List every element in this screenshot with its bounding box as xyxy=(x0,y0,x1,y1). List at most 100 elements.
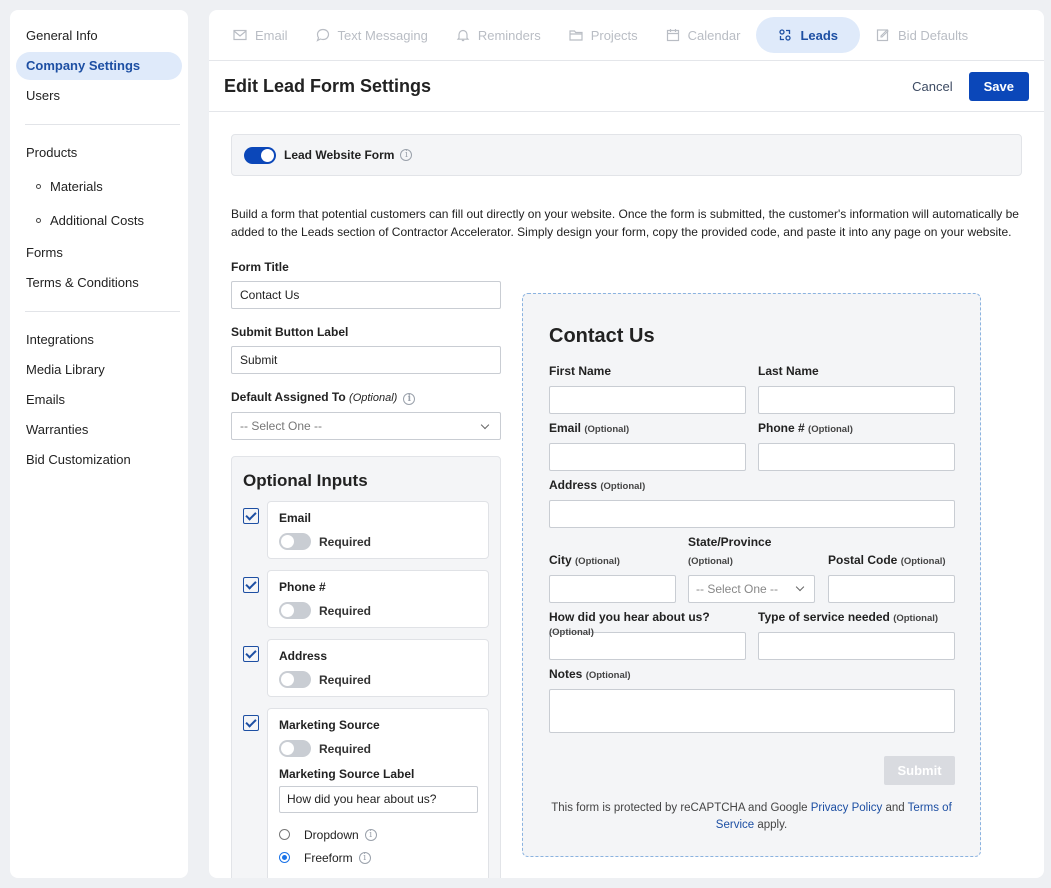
sidebar-item-products[interactable]: Products xyxy=(16,139,182,167)
tab-bid-defaults[interactable]: Bid Defaults xyxy=(864,17,980,53)
marketing-source-checkbox[interactable] xyxy=(243,715,259,731)
required-toggle-row: Required xyxy=(279,740,477,757)
field-label: State/Province xyxy=(688,535,772,549)
optional-text: (Optional) xyxy=(893,613,939,624)
address-checkbox[interactable] xyxy=(243,646,259,662)
tab-leads[interactable]: Leads xyxy=(756,17,861,53)
sidebar-item-users[interactable]: Users xyxy=(16,82,182,110)
tab-projects[interactable]: Projects xyxy=(557,17,650,53)
preview-notes: Notes (Optional) xyxy=(549,667,955,733)
sidebar-item-forms[interactable]: Forms xyxy=(16,239,182,267)
recaptcha-note: This form is protected by reCAPTCHA and … xyxy=(543,800,960,833)
preview-service-type: Type of service needed (Optional) xyxy=(758,610,955,660)
required-label: Required xyxy=(319,534,372,549)
sidebar-item-media-library[interactable]: Media Library xyxy=(16,356,182,384)
required-label: Required xyxy=(319,741,372,756)
privacy-policy-link[interactable]: Privacy Policy xyxy=(811,802,883,814)
sidebar-item-terms[interactable]: Terms & Conditions xyxy=(16,269,182,297)
bullet-icon xyxy=(36,183,41,189)
chat-icon xyxy=(315,28,329,42)
default-assigned-select[interactable]: -- Select One -- xyxy=(231,412,501,440)
optional-input-row: Email Required xyxy=(243,501,489,559)
phone-checkbox[interactable] xyxy=(243,577,259,593)
header-actions: Cancel Save xyxy=(912,71,1029,101)
service-type-input[interactable] xyxy=(758,632,955,660)
sidebar-item-warranties[interactable]: Warranties xyxy=(16,416,182,444)
sidebar-item-general-info[interactable]: General Info xyxy=(16,22,182,50)
sidebar-item-additional-costs[interactable]: Additional Costs xyxy=(10,203,188,237)
field-label: How did you hear about us? (Optional) xyxy=(549,610,746,638)
field-label: Postal Code (Optional) xyxy=(828,553,955,567)
preview-last-name: Last Name xyxy=(758,364,955,414)
form-preview: Contact Us First Name Last Name Email (O… xyxy=(522,293,981,857)
marketing-source-label-label: Marketing Source Label xyxy=(279,767,415,781)
lead-website-form-label: Lead Website Form xyxy=(284,148,395,162)
first-name-input[interactable] xyxy=(549,386,746,414)
email-required-switch[interactable] xyxy=(279,533,311,550)
field-label: (Optional) xyxy=(688,553,815,567)
field-label-text: City xyxy=(549,553,572,567)
folder-icon xyxy=(569,30,583,41)
info-icon[interactable]: i xyxy=(358,851,371,864)
tab-calendar[interactable]: Calendar xyxy=(654,17,753,53)
optional-text: (Optional) xyxy=(584,424,630,435)
email-checkbox[interactable] xyxy=(243,508,259,524)
sidebar-item-emails[interactable]: Emails xyxy=(16,386,182,414)
marketing-source-label-input[interactable]: How did you hear about us? xyxy=(279,786,478,813)
cancel-button[interactable]: Cancel xyxy=(912,79,952,94)
preview-first-name: First Name xyxy=(549,364,746,414)
radio-option-dropdown[interactable]: Dropdown i xyxy=(279,823,477,846)
address-required-switch[interactable] xyxy=(279,671,311,688)
save-button[interactable]: Save xyxy=(968,71,1029,101)
preview-submit-button[interactable]: Submit xyxy=(884,756,955,785)
phone-required-switch[interactable] xyxy=(279,602,311,619)
form-title-label: Form Title xyxy=(231,260,289,274)
sidebar-item-materials[interactable]: Materials xyxy=(10,169,188,203)
optional-input-card: Phone # Required xyxy=(267,570,489,628)
postal-code-input[interactable] xyxy=(828,575,955,603)
required-label: Required xyxy=(319,603,372,618)
tab-email[interactable]: Email xyxy=(221,17,300,53)
form-title-input[interactable]: Contact Us xyxy=(231,281,501,309)
lead-website-form-switch[interactable] xyxy=(244,146,276,164)
email-input[interactable] xyxy=(549,443,746,471)
submit-button-label-input[interactable]: Submit xyxy=(231,346,501,374)
tab-label: Email xyxy=(255,27,288,43)
page-header: Edit Lead Form Settings Cancel Save xyxy=(209,61,1044,112)
address-input[interactable] xyxy=(549,500,955,528)
optional-text: (Optional) xyxy=(349,392,398,404)
preview-address: Address (Optional) xyxy=(549,478,955,528)
tab-text-messaging[interactable]: Text Messaging xyxy=(304,17,440,53)
sidebar-item-integrations[interactable]: Integrations xyxy=(16,326,182,354)
preview-title: Contact Us xyxy=(549,325,655,347)
marketing-source-required-switch[interactable] xyxy=(279,740,311,757)
info-icon[interactable]: i xyxy=(400,149,413,161)
sidebar-item-company-settings[interactable]: Company Settings xyxy=(16,52,182,80)
info-icon[interactable]: i xyxy=(403,393,416,405)
phone-input[interactable] xyxy=(758,443,955,471)
tab-bar: Email Text Messaging Reminders Projects … xyxy=(209,10,1044,61)
optional-text: (Optional) xyxy=(575,556,620,567)
tab-reminders[interactable]: Reminders xyxy=(444,17,553,53)
tab-label: Projects xyxy=(590,27,638,43)
recaptcha-and: and xyxy=(882,802,908,814)
info-icon[interactable]: i xyxy=(364,828,377,841)
sidebar-item-bid-customization[interactable]: Bid Customization xyxy=(16,446,182,474)
required-toggle-row: Required xyxy=(279,602,477,619)
optional-inputs-title: Optional Inputs xyxy=(243,471,368,490)
radio-button[interactable] xyxy=(279,852,290,863)
field-label: City (Optional) xyxy=(549,553,676,567)
radio-button[interactable] xyxy=(279,829,290,840)
sidebar-item-label: Materials xyxy=(50,178,103,194)
field-label: Email (Optional) xyxy=(549,421,746,435)
bullet-icon xyxy=(36,217,41,223)
optional-input-name: Email xyxy=(279,511,312,525)
state-select[interactable]: -- Select One -- xyxy=(688,575,815,603)
last-name-input[interactable] xyxy=(758,386,955,414)
radio-option-freeform[interactable]: Freeform i xyxy=(279,846,477,869)
city-input[interactable] xyxy=(549,575,676,603)
notes-textarea[interactable] xyxy=(549,689,955,733)
recaptcha-text: This form is protected by reCAPTCHA and … xyxy=(551,802,811,814)
optional-input-row: Address Required xyxy=(243,639,489,697)
mail-icon xyxy=(233,29,247,41)
